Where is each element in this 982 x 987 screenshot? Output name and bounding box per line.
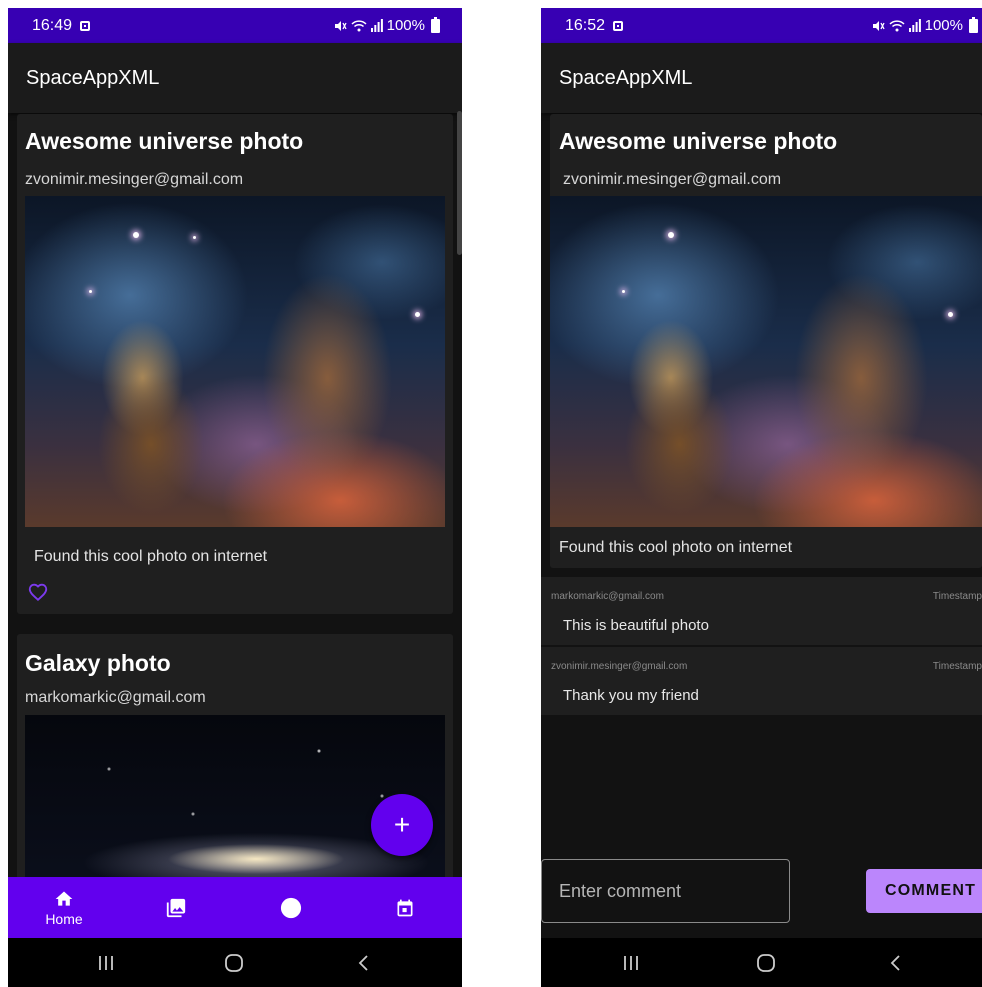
bottom-navigation: Home [8,877,462,938]
star-sparkle [193,236,196,239]
star-sparkle [133,232,139,238]
home-circle-icon[interactable] [224,953,244,973]
calendar-icon [397,899,413,916]
notification-icon [80,20,91,31]
status-indicators: 100% [871,16,978,34]
comment-timestamp: Timestamp [932,661,982,672]
comment-item: zvonimir.mesinger@gmail.com Timestamp Th… [541,647,982,715]
recents-icon[interactable] [96,953,116,973]
back-chevron-icon[interactable] [886,953,906,973]
system-navigation-bar [541,938,982,987]
comment-text: This is beautiful photo [563,617,709,634]
app-title: SpaceAppXML [559,66,693,89]
status-time-group: 16:49 [32,16,91,35]
app-title: SpaceAppXML [26,66,160,89]
wifi-icon [889,20,905,32]
mute-icon [872,20,885,31]
mute-icon [334,20,347,31]
post-title: Galaxy photo [25,650,171,676]
post-title: Awesome universe photo [25,128,304,154]
star-sparkle [948,312,953,317]
star-sparkle [668,232,674,238]
battery-icon [969,16,978,33]
post-card: Awesome universe photo zvonimir.mesinger… [550,114,982,568]
nav-item-home[interactable]: Home [24,877,104,938]
star-sparkle [89,290,92,293]
plus-icon: + [393,809,411,840]
app-bar: SpaceAppXML [8,43,462,113]
post-title: Awesome universe photo [559,128,838,154]
circle-icon [280,897,302,918]
comment-timestamp: Timestamp [932,591,982,602]
post-card[interactable]: Galaxy photo markomarkic@gmail.com [17,634,453,895]
recents-icon[interactable] [621,953,641,973]
system-navigation-bar [8,938,462,987]
scrollbar[interactable] [457,111,462,255]
post-description: Found this cool photo on internet [34,548,268,565]
battery-percent: 100% [386,17,425,34]
nav-item-profile[interactable] [251,877,331,938]
post-image [550,196,982,527]
comment-author: zvonimir.mesinger@gmail.com [551,661,688,672]
post-author-email: markomarkic@gmail.com [25,689,206,706]
add-post-button[interactable]: + [371,794,433,856]
heart-outline-icon[interactable] [27,581,49,603]
status-bar: 16:52 100% [541,8,982,43]
status-bar: 16:49 100% [8,8,462,43]
battery-icon [431,16,440,33]
comment-text: Thank you my friend [563,687,699,704]
image-icon [166,898,186,917]
home-icon [55,891,73,906]
battery-percent: 100% [924,17,963,34]
phone-screen-post-detail: 16:52 100% SpaceAppXML Awesome universe … [541,8,982,987]
status-time: 16:52 [565,16,606,34]
nav-label-home: Home [45,910,83,927]
app-bar: SpaceAppXML [541,43,982,113]
comment-button[interactable]: COMMENT [866,869,982,913]
nav-item-calendar[interactable] [365,877,445,938]
star-sparkle [415,312,420,317]
post-image [25,196,445,527]
post-author-email: zvonimir.mesinger@gmail.com [563,171,782,188]
comment-item: markomarkic@gmail.com Timestamp This is … [541,577,982,645]
status-indicators: 100% [333,16,440,34]
phone-screen-feed: 16:49 100% SpaceAppXML Awesome universe … [8,8,462,987]
signal-icon [908,19,921,32]
comment-author: markomarkic@gmail.com [551,591,664,602]
signal-icon [370,19,383,32]
status-time-group: 16:52 [565,16,624,35]
nav-item-gallery[interactable] [136,877,216,938]
notification-icon [613,20,624,31]
home-circle-icon[interactable] [756,953,776,973]
post-card[interactable]: Awesome universe photo zvonimir.mesinger… [17,114,453,614]
wifi-icon [351,20,367,32]
status-time: 16:49 [32,16,73,34]
back-chevron-icon[interactable] [354,953,374,973]
star-sparkle [622,290,625,293]
post-description: Found this cool photo on internet [559,539,793,556]
post-author-email: zvonimir.mesinger@gmail.com [25,171,244,188]
comment-input[interactable] [541,859,790,923]
